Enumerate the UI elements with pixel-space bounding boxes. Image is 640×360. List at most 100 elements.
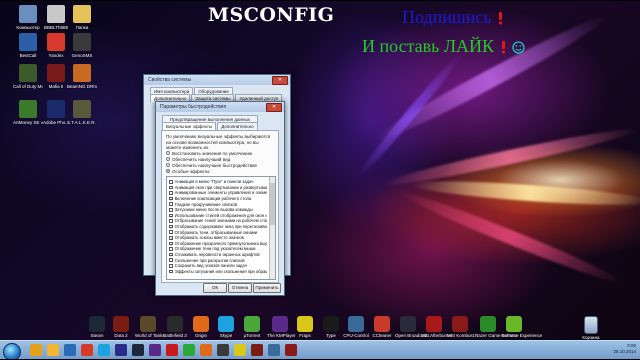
desktop-icon-image: [47, 64, 65, 82]
system-tray-clock[interactable]: 0:00 26.10.2014: [613, 343, 636, 355]
desktop-icon[interactable]: BestCall: [13, 33, 43, 58]
dock-app[interactable]: GeForce Experience: [501, 316, 542, 338]
dock-app[interactable]: The KMPlayer: [267, 316, 296, 338]
desktop-icon[interactable]: GenoSMS: [67, 33, 97, 58]
taskbar-app-icon[interactable]: [251, 344, 263, 356]
scrollbar-thumb[interactable]: [270, 183, 275, 225]
checkbox[interactable]: [169, 202, 173, 206]
effect-checkbox-row[interactable]: Затухание меню после вызова команды: [169, 207, 267, 213]
dock-app[interactable]: Steam: [84, 316, 110, 338]
effects-scrollbar[interactable]: [269, 177, 275, 279]
effect-checkbox-row[interactable]: Эффекты затухания или скольжения при обр…: [169, 269, 267, 275]
desktop-icon[interactable]: Компьютер: [13, 5, 43, 30]
tab-advanced[interactable]: Дополнительно: [217, 122, 258, 130]
checkbox[interactable]: [169, 263, 173, 268]
dock-app[interactable]: Fraps: [292, 316, 318, 338]
checkbox[interactable]: ✓: [169, 213, 173, 218]
dock-app-label: Razer Game Booster: [475, 333, 518, 338]
apply-button[interactable]: Применить: [253, 283, 281, 293]
checkbox[interactable]: [169, 207, 173, 212]
taskbar-app-icon[interactable]: [234, 344, 246, 356]
dock-app[interactable]: World of Tanks: [135, 316, 165, 338]
dock-app[interactable]: Dota 2: [108, 316, 134, 338]
desktop-icon[interactable]: BeamNG DRIVE: [67, 64, 97, 89]
effects-radio[interactable]: Особые эффекты:: [166, 168, 257, 174]
effect-checkbox-row[interactable]: ✓ Отображение прозрачного прямоугольника …: [169, 241, 267, 247]
dock-app[interactable]: Tyрe: [318, 316, 344, 338]
checkbox[interactable]: ✓: [169, 241, 173, 246]
cancel-button[interactable]: Отмена: [228, 283, 252, 293]
ok-button[interactable]: ОК: [203, 283, 227, 293]
desktop-icon[interactable]: S.T.A.L.K.E.R. ОССЕ: [67, 100, 97, 125]
taskbar-app-icon[interactable]: [115, 344, 127, 356]
effect-checkbox-row[interactable]: Анимация окон при свертывании и разверты…: [169, 185, 267, 191]
effects-radio[interactable]: Восстановить значения по умолчанию: [166, 150, 257, 156]
desktop-icon[interactable]: ArtMoney SE v7.40: [13, 100, 43, 125]
dock-app-icon: [426, 316, 442, 332]
checkbox[interactable]: [169, 230, 173, 234]
dock-app-icon: [323, 316, 339, 332]
recycle-bin-icon: [584, 316, 598, 334]
radio-dot[interactable]: [166, 163, 170, 167]
dock-app[interactable]: Skype: [213, 316, 239, 338]
dock-app[interactable]: CPU-Control: [343, 316, 369, 338]
checkbox[interactable]: [169, 269, 173, 274]
close-icon[interactable]: ✕: [266, 103, 282, 112]
checkbox[interactable]: ✓: [169, 224, 173, 229]
effect-checkbox-row[interactable]: ✓ Сглаживать неровности экранных шрифтов: [169, 252, 267, 258]
dock-app[interactable]: Battlefield 3: [162, 316, 188, 338]
effect-checkbox-row[interactable]: ✓ Отображать содержимое окна при перетаск…: [169, 224, 267, 230]
exclamation-icon: [501, 41, 505, 54]
desktop-icon[interactable]: Call of Duty Modern W...: [13, 64, 43, 89]
effect-checkbox-row[interactable]: Отображать тени, отбрасываемые окнами: [169, 229, 267, 235]
effects-radio[interactable]: Обеспечить наилучшее быстродействие: [166, 162, 257, 168]
taskbar-app-icon[interactable]: [183, 344, 195, 356]
checkbox[interactable]: [169, 180, 173, 184]
radio-dot[interactable]: [166, 169, 170, 173]
effect-checkbox-row[interactable]: ✓ Использование стилей отображения для ок…: [169, 213, 267, 219]
taskbar-app-icon[interactable]: [81, 344, 93, 356]
dock-app[interactable]: MSI Kombust...: [447, 316, 478, 338]
taskbar-app-icon[interactable]: [217, 344, 229, 356]
dock-app-label: Dota 2: [114, 333, 128, 338]
tab-visual-effects[interactable]: Визуальные эффекты: [162, 122, 217, 130]
dock-app[interactable]: Open Broadcast...: [395, 316, 431, 338]
taskbar-app-icon[interactable]: [98, 344, 110, 356]
checkbox[interactable]: ✓: [169, 252, 173, 257]
recycle-bin[interactable]: Корзина: [578, 316, 604, 340]
taskbar-app-icon[interactable]: [30, 344, 42, 356]
dock-app-label: Battlefield 3: [163, 333, 187, 338]
checkbox[interactable]: ✓: [169, 235, 173, 240]
checkbox[interactable]: [169, 191, 173, 195]
effect-checkbox-row[interactable]: Анимированные элементы управления и элем…: [169, 190, 267, 196]
dock-app[interactable]: CCleaner: [369, 316, 395, 338]
checkbox[interactable]: [169, 247, 173, 251]
effect-label: Анимация в меню "Пуск" и панели задач: [174, 179, 254, 185]
taskbar-app-icon[interactable]: [268, 344, 280, 356]
desktop-icon[interactable]: Папка: [67, 5, 97, 30]
dock-app[interactable]: Origin: [188, 316, 214, 338]
checkbox[interactable]: [169, 219, 173, 223]
checkbox[interactable]: ✓: [169, 196, 173, 201]
start-button[interactable]: [3, 343, 21, 360]
effect-checkbox-row[interactable]: Анимация в меню "Пуск" и панели задач: [169, 179, 267, 185]
radio-dot[interactable]: [166, 151, 170, 155]
effect-checkbox-row[interactable]: Отбрасывание теней значками на рабочем с…: [169, 218, 267, 224]
dock-app[interactable]: Razer Game Booster: [475, 316, 518, 338]
checkbox[interactable]: [169, 185, 173, 190]
effect-checkbox-row[interactable]: Отображение тени под указателем мыши: [169, 246, 267, 252]
taskbar-app-icon[interactable]: [166, 344, 178, 356]
dock-app[interactable]: MSI Afterburner: [421, 316, 453, 338]
taskbar-app-icon[interactable]: [285, 344, 297, 356]
taskbar-app-icon[interactable]: [132, 344, 144, 356]
performance-options-titlebar[interactable]: Параметры быстродействия: [156, 102, 284, 112]
close-icon[interactable]: ✕: [272, 76, 288, 85]
dock-app[interactable]: µTorrent: [239, 316, 265, 338]
taskbar-app-icon[interactable]: [64, 344, 76, 356]
taskbar-app-icon[interactable]: [149, 344, 161, 356]
system-properties-titlebar[interactable]: Свойства системы: [144, 75, 290, 85]
checkbox[interactable]: [169, 258, 173, 262]
taskbar-app-icon[interactable]: [200, 344, 212, 356]
radio-dot[interactable]: [166, 157, 170, 161]
taskbar-app-icon[interactable]: [47, 344, 59, 356]
